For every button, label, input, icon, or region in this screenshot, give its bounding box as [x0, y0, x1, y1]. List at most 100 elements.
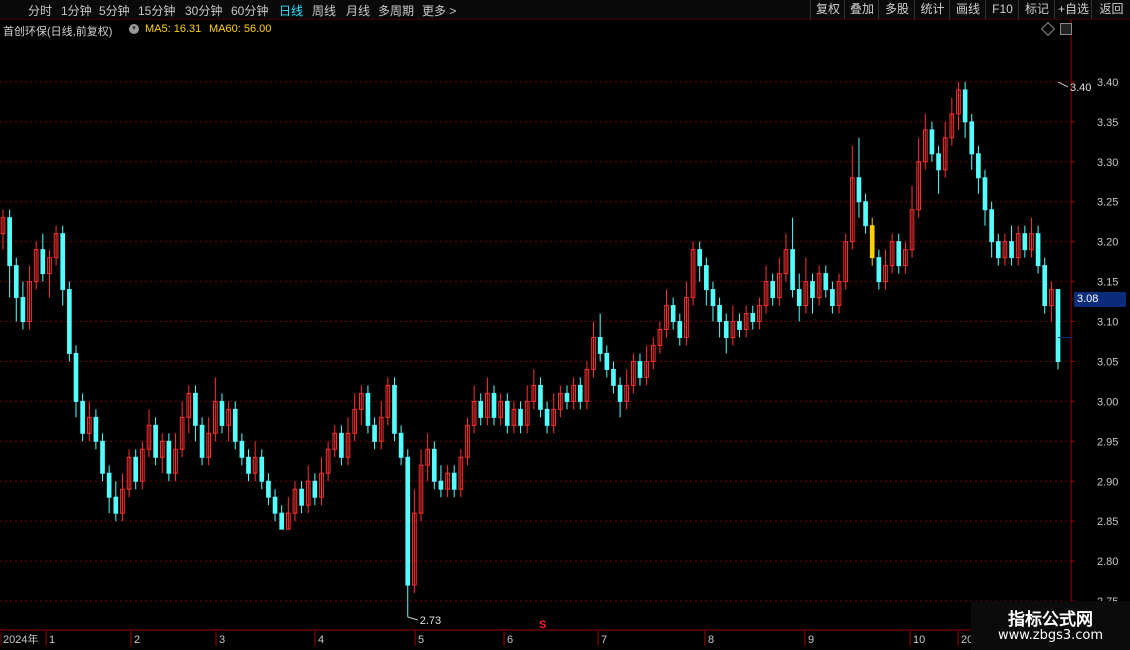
candle-body — [677, 321, 683, 338]
period-9[interactable]: 多周期 — [378, 2, 414, 19]
toolbar-button-0[interactable]: 复权 — [810, 0, 845, 19]
window-toggle-icon[interactable] — [1060, 23, 1072, 35]
y-tick-label: 3.40 — [1097, 77, 1118, 89]
candle-body — [365, 392, 371, 426]
candle-body — [577, 384, 583, 402]
candle-body — [982, 177, 988, 211]
toolbar-button-2[interactable]: 多股 — [878, 0, 915, 19]
candle-body — [73, 352, 79, 402]
y-tick-label: 3.10 — [1097, 317, 1118, 329]
candle-body — [299, 488, 304, 506]
period-3[interactable]: 15分钟 — [138, 2, 175, 19]
candle-body — [929, 129, 935, 155]
candle-body — [790, 249, 795, 291]
toolbar-button-5[interactable]: F10 — [985, 0, 1019, 19]
candle-body — [863, 201, 868, 227]
x-tick-label: 2 — [134, 634, 140, 646]
candlestick-chart[interactable]: 3.40 3.35 3.30 3.25 3.20 3.15 3.10 3.05 3.00 2.95… — [0, 0, 1130, 650]
candle-body — [617, 384, 623, 402]
watermark-title: 指标公式网 — [1008, 610, 1093, 630]
candle-body — [266, 480, 271, 498]
candle-body — [166, 440, 172, 474]
candle-body — [246, 456, 251, 474]
candle-body — [431, 448, 437, 482]
x-tick-label: 2024年 — [3, 632, 38, 646]
x-tick-label: 5 — [418, 634, 424, 646]
candle-body — [153, 424, 158, 458]
y-tick-label: 3.15 — [1097, 277, 1118, 289]
candle-body — [637, 360, 643, 378]
candle-body — [869, 225, 875, 259]
candle-body — [962, 89, 968, 123]
toolbar-button-3[interactable]: 统计 — [914, 0, 950, 19]
period-0[interactable]: 分时 — [28, 2, 52, 19]
candle-body — [7, 217, 12, 267]
candle-body — [544, 408, 550, 426]
period-2[interactable]: 5分钟 — [99, 2, 130, 19]
x-tick-label: 7 — [601, 634, 607, 646]
candle-body — [1022, 233, 1028, 251]
candle-body — [697, 249, 703, 267]
period-4[interactable]: 30分钟 — [185, 2, 222, 19]
toolbar-button-1[interactable]: 叠加 — [844, 0, 879, 19]
period-5[interactable]: 60分钟 — [231, 2, 268, 19]
candle-body — [704, 265, 709, 291]
period-toolbar: 分时 1分钟 5分钟 15分钟 30分钟 60分钟 日线 周线 月线 多周期 更多 > 复权 叠加 多股统… — [0, 0, 1130, 20]
candle-body — [272, 496, 278, 514]
candle-body — [398, 432, 404, 458]
watermark: 指标公式网 www.zbgs3.com — [971, 601, 1130, 650]
period-6[interactable]: 日线 — [279, 2, 303, 19]
y-tick-label: 3.00 — [1097, 396, 1118, 408]
x-tick-label: 4 — [318, 634, 324, 646]
toolbar-button-8[interactable]: 返回 — [1091, 0, 1130, 19]
candle-body — [451, 472, 457, 490]
candle-body — [796, 289, 802, 307]
candle-body — [339, 432, 344, 458]
ma-dropdown-icon[interactable]: ▾ — [129, 24, 139, 34]
toolbar-button-6[interactable]: 标记 — [1018, 0, 1055, 19]
x-tick-label: 8 — [708, 634, 714, 646]
min-pointer — [407, 616, 418, 621]
watermark-url: www.zbgs3.com — [997, 628, 1104, 643]
y-tick-label: 3.30 — [1097, 157, 1118, 169]
toolbar-button-7[interactable]: +自选 — [1054, 0, 1092, 19]
candle-body — [518, 408, 523, 426]
ma60-value: MA60: 56.00 — [209, 23, 272, 35]
candle-body — [564, 392, 570, 402]
x-tick-label: 6 — [507, 634, 513, 646]
candle-body — [538, 384, 543, 410]
candle-body — [106, 472, 112, 498]
max-price-label: 3.40 — [1070, 82, 1091, 94]
y-tick-label: 3.20 — [1097, 237, 1118, 249]
candle-body — [876, 257, 882, 283]
candle-body — [823, 273, 829, 291]
candle-body — [279, 512, 285, 530]
candle-body — [392, 384, 397, 434]
stock-name: 首创环保(日线,前复权) — [3, 26, 113, 38]
candle-body — [597, 336, 603, 354]
candle-body — [830, 289, 835, 307]
period-8[interactable]: 月线 — [346, 2, 370, 19]
candle-body — [13, 265, 19, 299]
x-tick-label: 10 — [913, 634, 925, 646]
y-tick-label: 2.95 — [1097, 436, 1118, 448]
candle-body — [372, 424, 377, 442]
candle-body — [670, 305, 676, 323]
candle-body — [113, 496, 119, 514]
period-10[interactable]: 更多 > — [422, 2, 456, 19]
candle-body — [1042, 265, 1048, 307]
candle-body — [750, 313, 756, 323]
candle-body — [60, 233, 66, 291]
toolbar-button-4[interactable]: 画线 — [949, 0, 986, 19]
candle-body — [810, 281, 815, 299]
candle-body — [856, 177, 862, 203]
y-tick-label: 2.90 — [1097, 476, 1118, 488]
candle-body — [239, 440, 245, 458]
candle-body — [491, 392, 497, 418]
period-7[interactable]: 周线 — [312, 2, 336, 19]
candle-body — [438, 480, 444, 490]
candle-body — [405, 456, 411, 586]
period-1[interactable]: 1分钟 — [61, 2, 92, 19]
y-tick-label: 2.85 — [1097, 516, 1118, 528]
candle-body — [40, 249, 46, 275]
